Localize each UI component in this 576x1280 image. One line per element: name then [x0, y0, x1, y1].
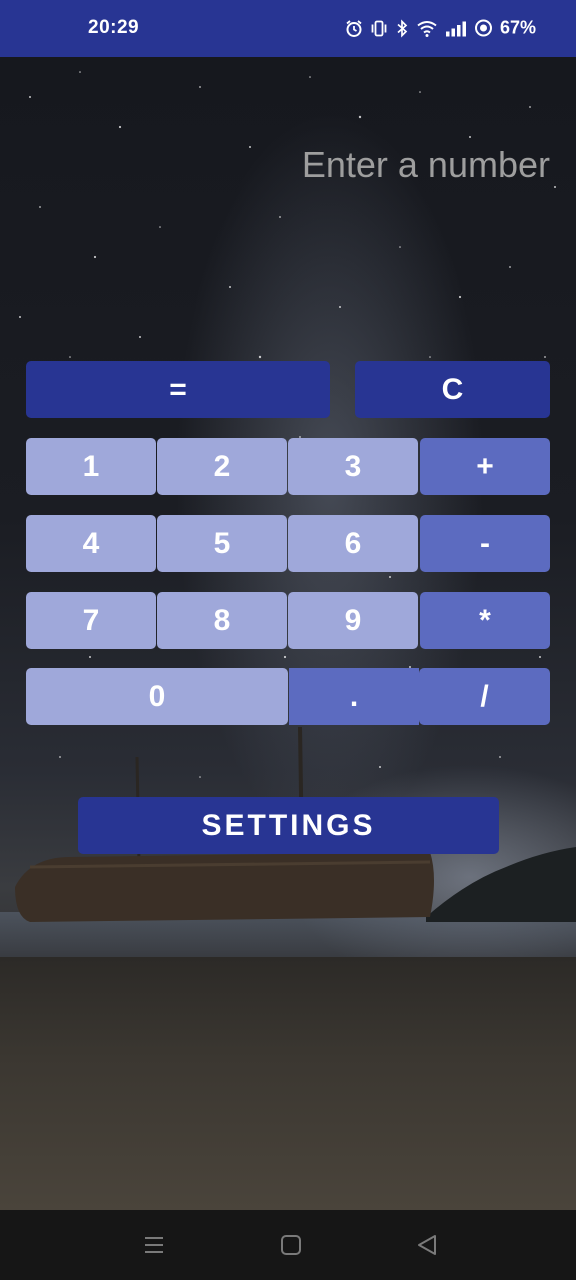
home-icon[interactable]	[280, 1234, 302, 1261]
recents-icon[interactable]	[143, 1234, 165, 1261]
navigation-bar	[0, 1210, 576, 1280]
key-7[interactable]: 7	[26, 592, 156, 649]
key-8[interactable]: 8	[157, 592, 287, 649]
key-4[interactable]: 4	[26, 515, 156, 572]
alarm-icon	[345, 19, 363, 37]
back-icon[interactable]	[416, 1234, 438, 1261]
key-1[interactable]: 1	[26, 438, 156, 495]
key-divide[interactable]: /	[419, 668, 550, 725]
mountain	[426, 847, 576, 922]
equals-button[interactable]: =	[26, 361, 330, 418]
data-saver-icon	[474, 19, 493, 38]
key-3[interactable]: 3	[288, 438, 418, 495]
key-5[interactable]: 5	[157, 515, 287, 572]
status-icons: 67%	[345, 18, 536, 39]
key-plus[interactable]: +	[420, 438, 550, 495]
status-bar: 20:29 67%	[0, 0, 576, 57]
key-multiply[interactable]: *	[420, 592, 550, 649]
key-2[interactable]: 2	[157, 438, 287, 495]
number-display[interactable]: Enter a number	[302, 144, 550, 186]
key-0[interactable]: 0	[26, 668, 288, 725]
bluetooth-icon	[395, 19, 409, 37]
wifi-icon	[416, 19, 438, 37]
key-minus[interactable]: -	[420, 515, 550, 572]
key-9[interactable]: 9	[288, 592, 418, 649]
beach	[0, 957, 576, 1210]
settings-button[interactable]: SETTINGS	[78, 797, 499, 854]
key-decimal[interactable]: .	[289, 668, 419, 725]
clear-button[interactable]: C	[355, 361, 550, 418]
vibrate-icon	[370, 19, 388, 37]
key-6[interactable]: 6	[288, 515, 418, 572]
status-time: 20:29	[88, 17, 140, 38]
signal-icon	[445, 19, 467, 37]
battery-percent: 67%	[499, 17, 536, 38]
